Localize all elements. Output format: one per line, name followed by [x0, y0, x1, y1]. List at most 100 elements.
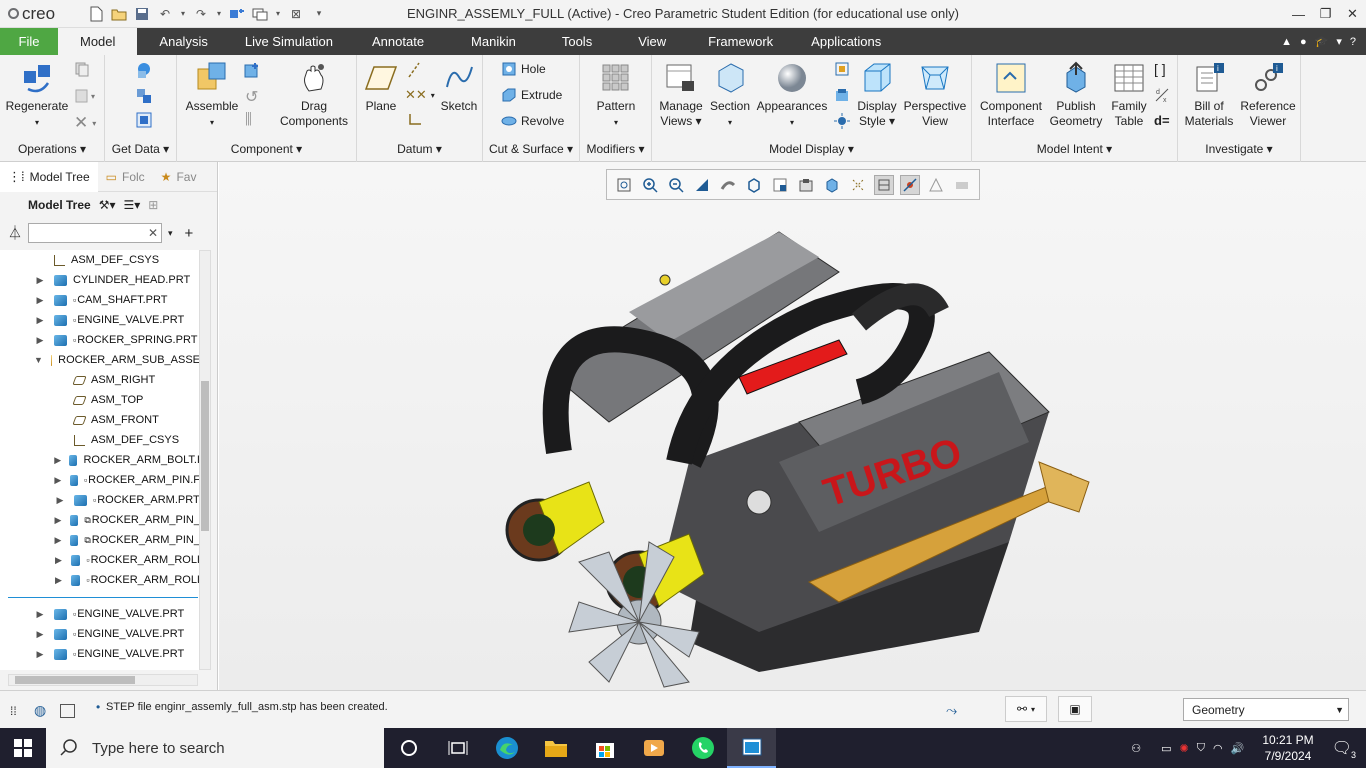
- mirror-component-icon[interactable]: ⫼: [245, 111, 252, 128]
- expand-toggle-icon[interactable]: ▶: [34, 609, 46, 620]
- shrinkwrap-icon[interactable]: [135, 111, 153, 129]
- navigator-toggle-icon[interactable]: ⁞⁞: [10, 704, 17, 718]
- repeat-icon[interactable]: ↺: [245, 87, 258, 107]
- plane-button[interactable]: Plane: [359, 61, 403, 114]
- undo-dropdown-icon[interactable]: ▾: [178, 5, 188, 23]
- expand-toggle-icon[interactable]: ▼: [34, 355, 43, 365]
- clear-search-icon[interactable]: ✕: [148, 226, 158, 240]
- taskbar-search-box[interactable]: Type here to search: [46, 728, 384, 768]
- task-view-icon[interactable]: [433, 728, 482, 768]
- find-button[interactable]: ⚯ ▾: [1005, 696, 1047, 722]
- tree-row[interactable]: ASM_DEF_CSYS: [0, 250, 200, 270]
- tab-favorites[interactable]: ★ Fav: [153, 162, 205, 192]
- user-defined-feature-icon[interactable]: [135, 61, 153, 79]
- tree-row[interactable]: ▶ ▫ ROCKER_ARM_PIN.F: [0, 470, 200, 490]
- regenerate-button[interactable]: Regenerate ▾: [4, 61, 70, 130]
- revolve-button[interactable]: Revolve: [501, 113, 564, 129]
- copy-icon[interactable]: [74, 61, 90, 77]
- zoom-out-icon[interactable]: [666, 175, 686, 195]
- tab-folder-browser[interactable]: ▭ Folc: [98, 162, 153, 192]
- paste-icon[interactable]: ▾: [74, 87, 100, 103]
- tree-row[interactable]: ▶ ⧉ ROCKER_ARM_PIN_: [0, 530, 200, 550]
- tab-manikin[interactable]: Manikin: [448, 28, 539, 55]
- tree-row[interactable]: ASM_TOP: [0, 390, 200, 410]
- appearances-button[interactable]: Appearances ▾: [756, 61, 828, 130]
- smart-selection-icon[interactable]: ▣: [1058, 696, 1092, 722]
- selection-icon[interactable]: ⤳: [946, 702, 957, 719]
- expand-toggle-icon[interactable]: ▶: [34, 629, 46, 640]
- wifi-icon[interactable]: ◠: [1213, 742, 1223, 755]
- tree-row[interactable]: ▶ ▫ ENGINE_VALVE.PRT: [0, 644, 200, 664]
- learning-dropdown-icon[interactable]: ▾: [1336, 35, 1342, 48]
- switch-dimensions-icon[interactable]: dx: [1154, 87, 1170, 103]
- zoom-in-icon[interactable]: [640, 175, 660, 195]
- tab-annotate[interactable]: Annotate: [348, 28, 448, 55]
- store-icon[interactable]: [580, 728, 629, 768]
- tree-divider[interactable]: [8, 597, 198, 598]
- redo-icon[interactable]: ↷: [191, 5, 211, 23]
- model-intent-label[interactable]: Model Intent ▾: [972, 142, 1177, 156]
- cut-surface-label[interactable]: Cut & Surface ▾: [483, 142, 579, 156]
- perspective-icon[interactable]: [796, 175, 816, 195]
- refit-icon[interactable]: [614, 175, 634, 195]
- tree-row[interactable]: ▶ CYLINDER_HEAD.PRT: [0, 270, 200, 290]
- battery-icon[interactable]: ▭: [1161, 742, 1171, 755]
- family-table-button[interactable]: Family Table: [1106, 61, 1152, 129]
- manage-views-button[interactable]: Manage Views ▾: [656, 61, 706, 129]
- expand-toggle-icon[interactable]: ▶: [54, 555, 63, 566]
- whatsapp-icon[interactable]: [678, 728, 727, 768]
- network-app-icon[interactable]: ✺: [1180, 742, 1189, 755]
- engine-model[interactable]: TURBO: [219, 162, 1366, 690]
- display-style-toolbar-icon[interactable]: [822, 175, 842, 195]
- hole-button[interactable]: Hole: [501, 61, 546, 77]
- expand-toggle-icon[interactable]: ▶: [34, 649, 46, 660]
- selection-filter-dropdown[interactable]: Geometry ▼: [1183, 698, 1349, 721]
- learning-icon[interactable]: 🎓: [1315, 35, 1329, 48]
- redo-dropdown-icon[interactable]: ▾: [214, 5, 224, 23]
- investigate-label[interactable]: Investigate ▾: [1178, 142, 1300, 156]
- perspective-view-button[interactable]: Perspective View: [902, 61, 968, 129]
- parameters-icon[interactable]: [ ]: [1154, 61, 1166, 77]
- tree-row[interactable]: ▶ ▫ ENGINE_VALVE.PRT: [0, 310, 200, 330]
- tab-model[interactable]: Model: [58, 28, 138, 55]
- tree-search-input[interactable]: ✕: [28, 223, 162, 243]
- regenerate-small-icon[interactable]: [227, 5, 247, 23]
- tree-horizontal-scrollbar[interactable]: [8, 674, 198, 686]
- datum-label[interactable]: Datum ▾: [357, 142, 482, 156]
- drag-components-button[interactable]: Drag Components: [273, 61, 355, 129]
- delete-icon[interactable]: ✕ ▾: [74, 113, 96, 133]
- spin-center-icon[interactable]: [900, 174, 920, 195]
- coordinate-system-icon[interactable]: [405, 111, 423, 129]
- tab-tools[interactable]: Tools: [539, 28, 615, 55]
- video-editor-icon[interactable]: [629, 728, 678, 768]
- windows-dropdown-icon[interactable]: ▾: [273, 5, 283, 23]
- expand-toggle-icon[interactable]: ▶: [54, 475, 62, 486]
- reference-viewer-button[interactable]: i Reference Viewer: [1238, 61, 1298, 129]
- copy-geometry-icon[interactable]: [135, 87, 153, 105]
- creo-taskbar-icon[interactable]: [727, 728, 776, 768]
- tab-framework[interactable]: Framework: [689, 28, 792, 55]
- component-interface-button[interactable]: Component Interface: [976, 61, 1046, 129]
- tree-row[interactable]: ▼ ROCKER_ARM_SUB_ASSE: [0, 350, 200, 370]
- open-folder-icon[interactable]: [109, 5, 129, 23]
- component-label[interactable]: Component ▾: [177, 142, 356, 156]
- tree-settings-icon[interactable]: ⚒▾: [99, 198, 116, 212]
- publish-geometry-button[interactable]: Publish Geometry: [1048, 61, 1104, 129]
- pause-icon[interactable]: [952, 175, 972, 195]
- tab-live-simulation[interactable]: Live Simulation: [230, 28, 348, 55]
- tree-row[interactable]: ▶ ⧉ ROCKER_ARM_PIN_: [0, 510, 200, 530]
- edge-icon[interactable]: [482, 728, 531, 768]
- assemble-button[interactable]: Assemble ▾: [181, 61, 243, 130]
- add-icon[interactable]: +: [185, 225, 194, 242]
- get-data-label[interactable]: Get Data ▾: [105, 142, 176, 156]
- pattern-button[interactable]: Pattern ▾: [590, 61, 642, 130]
- tree-row[interactable]: ▶ ▫ ROCKER_ARM_ROLI: [0, 550, 200, 570]
- point-icon[interactable]: ✕✕ ▾: [405, 87, 435, 103]
- saved-orientations-icon[interactable]: [744, 175, 764, 195]
- section-button[interactable]: Section ▾: [708, 61, 752, 130]
- collapse-ribbon-icon[interactable]: ▲: [1281, 36, 1292, 48]
- clock[interactable]: 10:21 PM 7/9/2024: [1262, 732, 1313, 764]
- start-button[interactable]: [14, 739, 32, 760]
- volume-icon[interactable]: 🔊: [1231, 742, 1245, 755]
- notification-icon[interactable]: ●: [1300, 36, 1307, 48]
